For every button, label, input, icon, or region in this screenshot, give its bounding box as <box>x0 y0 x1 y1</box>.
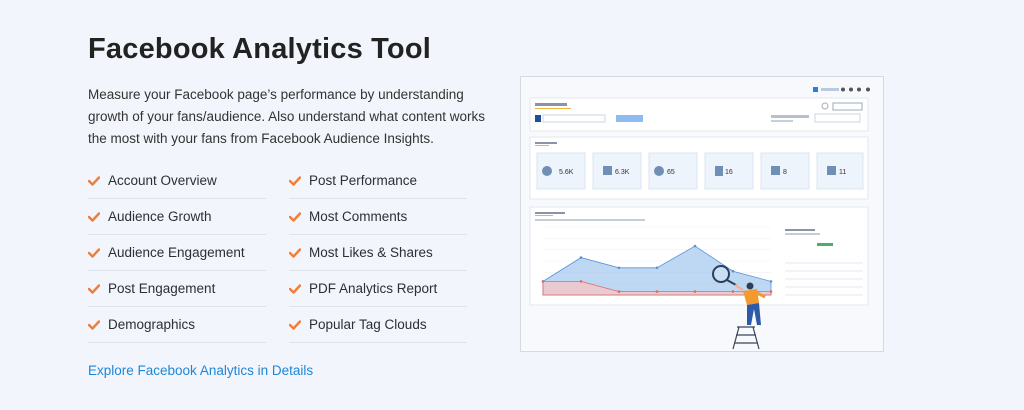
feature-label: Most Likes & Shares <box>309 245 433 260</box>
feature-left-item: Audience Engagement <box>88 235 266 271</box>
svg-text:65: 65 <box>667 169 675 176</box>
data-point <box>579 280 583 283</box>
feature-label: Demographics <box>108 317 196 332</box>
feature-label: Post Engagement <box>108 281 216 296</box>
feature-left-item: Audience Growth <box>88 199 266 235</box>
feature-left-item: Demographics <box>88 307 266 343</box>
feature-right-item: Popular Tag Clouds <box>289 307 467 343</box>
product-screenshot: 5.6K 6.3K 65 16 8 11 <box>520 76 884 352</box>
check-icon <box>88 175 100 186</box>
explore-link[interactable]: Explore Facebook Analytics in Details <box>88 363 313 378</box>
feature-label: Most Comments <box>309 209 408 224</box>
check-icon <box>289 283 301 294</box>
feature-right-item: Most Comments <box>289 199 467 235</box>
svg-text:5.6K: 5.6K <box>559 169 574 176</box>
data-point <box>731 269 735 273</box>
feature-label: Popular Tag Clouds <box>309 317 427 332</box>
check-icon <box>289 211 301 222</box>
check-icon <box>289 319 301 330</box>
data-point <box>769 290 773 293</box>
feature-label: Account Overview <box>108 173 217 188</box>
feature-label: Audience Engagement <box>108 245 245 260</box>
feature-left-item: Post Engagement <box>88 271 266 307</box>
check-icon <box>88 319 100 330</box>
data-point <box>617 266 621 270</box>
feature-left-item: Account Overview <box>88 163 266 199</box>
data-point <box>655 290 659 293</box>
data-point <box>693 244 697 248</box>
data-point <box>731 290 735 293</box>
data-point <box>617 290 621 293</box>
check-icon <box>88 211 100 222</box>
feature-right-item: Post Performance <box>289 163 467 199</box>
feature-right-item: Most Likes & Shares <box>289 235 467 271</box>
data-point <box>655 266 659 270</box>
svg-text:6.3K: 6.3K <box>615 169 630 176</box>
feature-label: PDF Analytics Report <box>309 281 438 296</box>
svg-text:16: 16 <box>725 169 733 176</box>
feature-label: Post Performance <box>309 173 418 188</box>
check-icon <box>289 175 301 186</box>
check-icon <box>88 283 100 294</box>
svg-text:8: 8 <box>783 169 787 176</box>
data-point <box>579 256 583 259</box>
feature-label: Audience Growth <box>108 209 212 224</box>
dashboard-illustration: 5.6K 6.3K 65 16 8 11 <box>521 77 883 351</box>
data-point <box>693 290 697 293</box>
data-point <box>769 280 773 283</box>
feature-right-item: PDF Analytics Report <box>289 271 467 307</box>
page-description: Measure your Facebook page’s performance… <box>88 87 485 146</box>
check-icon <box>88 247 100 258</box>
svg-text:11: 11 <box>839 169 846 176</box>
check-icon <box>289 247 301 258</box>
page-title: Facebook Analytics Tool <box>88 33 431 65</box>
data-point <box>541 280 545 283</box>
